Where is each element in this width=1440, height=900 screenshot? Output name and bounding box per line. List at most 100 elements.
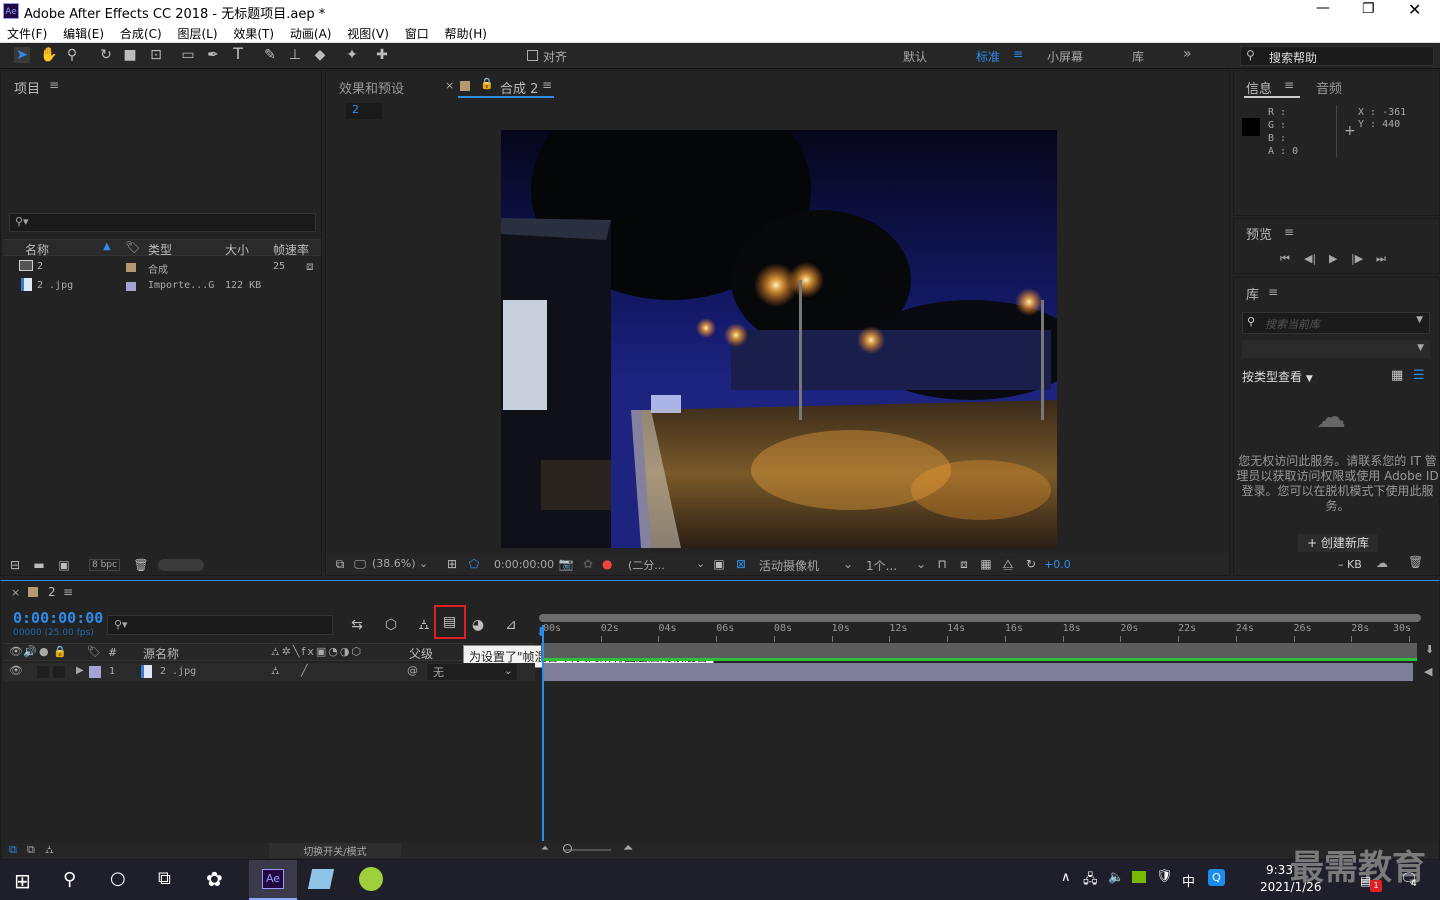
eraser-tool-icon[interactable]: ◆ (312, 47, 328, 63)
comp-canvas-image[interactable] (501, 130, 1057, 548)
monitor-icon[interactable]: 🖵 (352, 556, 368, 572)
library-search-input[interactable]: ⚲ 搜索当前库 ▼ (1242, 312, 1430, 334)
work-area-bar[interactable] (541, 643, 1417, 659)
restore-icon[interactable]: ❐ (1362, 1, 1375, 17)
resolution-dropdown[interactable]: (二分... ⌄ (628, 557, 706, 573)
panel-menu-icon[interactable]: ≡ (49, 78, 59, 92)
project-row-comp[interactable]: 2 合成 25 ⧈ (3, 258, 321, 276)
puppet-pin-tool-icon[interactable]: ✚ (374, 47, 390, 63)
network-icon[interactable]: 🖧 (1083, 870, 1098, 892)
layer-switches-pane-icon[interactable]: ⧉ (9, 843, 17, 857)
notes-app-icon[interactable] (307, 869, 335, 889)
snap-checkbox[interactable] (527, 50, 538, 61)
qq-icon[interactable]: Q (1208, 869, 1225, 886)
transfer-controls-pane-icon[interactable]: ⧉ (27, 843, 35, 857)
zoom-dropdown[interactable]: (38.6%) ⌄ (372, 557, 436, 570)
frame-blending-button[interactable]: ▤ (434, 605, 466, 639)
rotate-tool-icon[interactable]: ↻ (98, 47, 114, 63)
workspace-library[interactable]: 库 (1132, 48, 1144, 65)
timeline-tab[interactable]: 2 (48, 585, 56, 599)
reset-exposure-icon[interactable]: ↻ (1023, 556, 1039, 572)
menu-edit[interactable]: 编辑(E) (63, 25, 104, 42)
first-frame-icon[interactable]: ⏮ (1280, 252, 1290, 266)
menu-layer[interactable]: 图层(L) (177, 25, 217, 42)
pan-behind-tool-icon[interactable]: ⊡ (148, 47, 164, 63)
nvidia-icon[interactable] (1132, 871, 1146, 883)
draft-3d-icon[interactable]: ⬡ (383, 617, 399, 633)
exposure-value[interactable]: +0.0 (1044, 558, 1071, 571)
graph-editor-icon[interactable]: ⊿ (503, 617, 519, 633)
solo-toggle[interactable] (53, 666, 65, 678)
brush-tool-icon[interactable]: ✎ (262, 47, 278, 63)
audio-toggle[interactable] (37, 666, 49, 678)
ime-indicator[interactable]: 中 (1182, 871, 1195, 890)
last-frame-icon[interactable]: ⏭ (1376, 252, 1386, 266)
selection-tool-icon[interactable]: ➤ (14, 47, 30, 63)
zoom-slider-handle[interactable] (563, 844, 572, 853)
menu-help[interactable]: 帮助(H) (445, 25, 487, 42)
library-select-dropdown[interactable]: ▼ (1242, 340, 1430, 358)
project-search-input[interactable]: ⚲▾ (9, 213, 316, 232)
next-frame-icon[interactable]: |▶ (1351, 252, 1363, 265)
in-out-pane-icon[interactable]: ⛼ (45, 843, 54, 858)
clone-stamp-tool-icon[interactable]: ⊥ (287, 47, 303, 63)
security-shield-icon[interactable]: 🛡 (1156, 869, 1173, 884)
green-app-icon[interactable] (359, 867, 383, 891)
layer-label-color[interactable] (89, 666, 101, 678)
windows-start-icon[interactable]: ⊞ (14, 869, 31, 893)
menu-window[interactable]: 窗口 (405, 25, 429, 42)
flowchart-icon[interactable]: ⧈ (306, 259, 314, 274)
tab-composition[interactable]: 合成 2 (500, 78, 538, 97)
show-snapshot-icon[interactable]: ✿ (580, 556, 596, 572)
search-help-box[interactable]: ⚲ 搜索帮助 (1240, 46, 1434, 66)
panel-menu-icon[interactable]: ≡ (63, 585, 73, 599)
time-navigator[interactable] (539, 614, 1421, 622)
tab-close-icon[interactable]: × (11, 586, 20, 599)
comp-mini-flowchart-icon[interactable]: ⇆ (349, 617, 365, 633)
create-library-button[interactable]: + 创建新库 (1298, 534, 1378, 552)
previous-frame-icon[interactable]: ◀| (1304, 252, 1316, 265)
column-fps[interactable]: 帧速率 (273, 241, 309, 258)
mask-visibility-icon[interactable]: ⬠ (466, 556, 482, 572)
camera-dropdown[interactable]: 活动摄像机 ⌄ (759, 557, 855, 574)
parent-dropdown[interactable]: 无 ⌄ (427, 664, 517, 680)
grid-icon[interactable]: ⊞ (444, 556, 460, 572)
layer-duration-bar[interactable] (543, 663, 1413, 681)
pen-tool-icon[interactable]: ✒ (205, 47, 221, 63)
menu-view[interactable]: 视图(V) (347, 25, 389, 42)
fast-previews-icon[interactable]: ⧈ (956, 556, 972, 572)
lock-icon[interactable]: 🔒 (480, 77, 494, 90)
new-folder-icon[interactable]: ▬ (31, 557, 47, 573)
tab-effects-presets[interactable]: 效果和预设 (339, 78, 404, 97)
zoom-tool-icon[interactable]: ⚲ (64, 47, 80, 63)
current-time-indicator[interactable] (542, 625, 544, 841)
workspace-small-screen[interactable]: 小屏幕 (1047, 48, 1083, 65)
panel-menu-icon[interactable]: ≡ (1284, 78, 1294, 92)
menu-animation[interactable]: 动画(A) (290, 25, 332, 42)
panel-menu-icon[interactable]: ≡ (1284, 225, 1294, 239)
type-tool-icon[interactable]: T (230, 46, 246, 62)
menu-effect[interactable]: 效果(T) (233, 25, 274, 42)
minimize-icon[interactable]: — (1316, 0, 1330, 16)
project-row-jpg[interactable]: 2 .jpg Importe...G 122 KB (3, 277, 321, 295)
zoom-in-icon[interactable]: ⏶ (623, 841, 633, 856)
clock-time[interactable]: 9:33 (1266, 863, 1293, 877)
parent-pickwhip-icon[interactable]: @ (407, 664, 418, 677)
panel-menu-icon[interactable]: ≡ (1268, 285, 1278, 299)
after-effects-taskbar-button[interactable]: Ae (249, 860, 297, 900)
transparency-grid-icon[interactable]: ⊠ (733, 556, 749, 572)
new-composition-icon[interactable]: ▣ (56, 557, 72, 573)
column-type[interactable]: 类型 (148, 241, 172, 258)
layer-row[interactable]: 👁 ▶ 1 2 .jpg ⛼ ╱ @ 无 ⌄ (3, 663, 535, 681)
snapshot-camera-icon[interactable]: 📷 (558, 556, 574, 572)
hand-tool-icon[interactable]: ✋ (40, 47, 57, 63)
eye-icon[interactable]: 👁 (9, 664, 23, 677)
workspace-standard[interactable]: 标准 (976, 48, 1000, 65)
tab-info[interactable]: 信息 (1246, 78, 1272, 97)
grid-view-icon[interactable]: ▦ (1391, 368, 1403, 383)
list-view-icon[interactable]: ☰ (1413, 368, 1425, 383)
rectangle-tool-icon[interactable]: ▭ (180, 47, 196, 63)
show-hidden-icons[interactable]: ∧ (1061, 870, 1071, 885)
tab-close-icon[interactable]: × (445, 79, 454, 92)
shy-switch-icon[interactable]: ⛼ (271, 664, 280, 679)
